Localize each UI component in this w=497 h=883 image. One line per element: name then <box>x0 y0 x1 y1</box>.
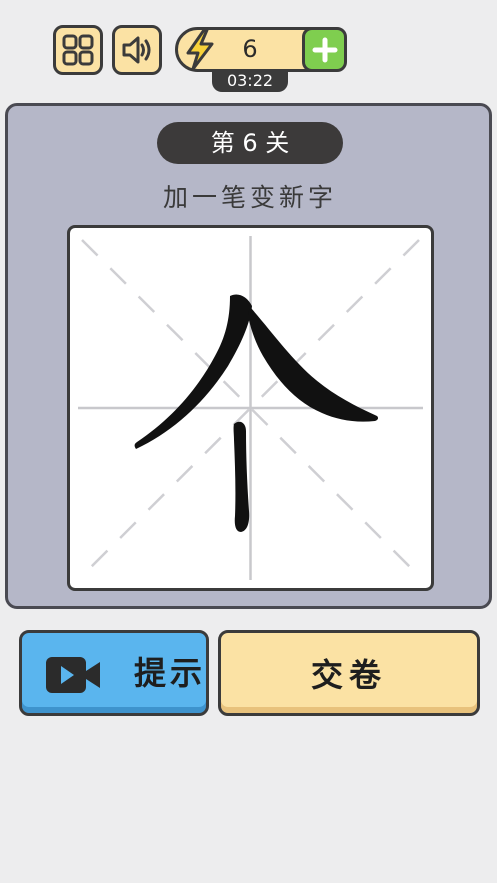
countdown-timer: 03:22 <box>212 70 288 92</box>
hint-button[interactable]: 提示 <box>19 630 209 716</box>
add-energy-button[interactable] <box>302 27 347 72</box>
energy-count: 6 <box>242 35 258 63</box>
drawing-board[interactable] <box>67 225 434 591</box>
hint-label: 提示 <box>134 654 207 692</box>
submit-button[interactable]: 交卷 <box>218 630 480 716</box>
lightning-icon <box>186 28 214 71</box>
level-title: 第 6 关 <box>157 122 343 164</box>
plus-icon <box>312 37 337 62</box>
speaker-icon <box>122 36 151 64</box>
menu-button[interactable] <box>53 25 103 75</box>
video-camera-icon <box>46 657 100 693</box>
instruction-text: 加一笔变新字 <box>162 183 337 212</box>
sound-button[interactable] <box>112 25 162 75</box>
submit-label: 交卷 <box>310 656 387 694</box>
grid-icon <box>62 34 94 66</box>
character-glyph <box>134 294 379 532</box>
